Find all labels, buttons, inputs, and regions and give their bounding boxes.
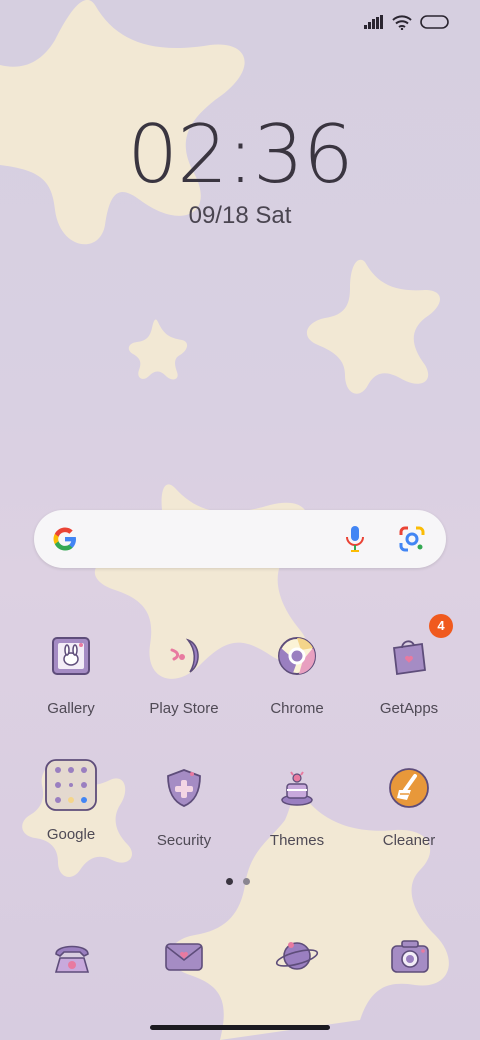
- gesture-navigation-bar[interactable]: [150, 1025, 330, 1030]
- status-bar: [364, 12, 450, 32]
- app-label: Play Store: [149, 700, 219, 717]
- battery-icon: [420, 15, 449, 29]
- app-chrome[interactable]: Chrome: [241, 632, 353, 717]
- dock-phone[interactable]: [48, 932, 96, 980]
- wifi-icon: [392, 14, 412, 30]
- dock-messages[interactable]: [160, 932, 208, 980]
- security-icon: [160, 764, 208, 812]
- dock-browser[interactable]: [273, 932, 321, 980]
- app-label: GetApps: [379, 700, 439, 717]
- page-dot-2[interactable]: [243, 878, 250, 885]
- play-store-icon: [160, 632, 208, 680]
- app-play-store[interactable]: Play Store: [128, 632, 240, 717]
- phone-icon: [54, 945, 90, 973]
- lens-icon[interactable]: [398, 525, 426, 553]
- date-weekday: Sat: [255, 202, 292, 229]
- app-gallery[interactable]: Gallery: [15, 632, 127, 717]
- page-indicator[interactable]: [226, 878, 250, 885]
- camera-icon: [391, 940, 429, 973]
- google-search-bar[interactable]: [34, 510, 446, 568]
- wallpaper-star: [128, 319, 188, 380]
- wallpaper-star: [306, 259, 440, 394]
- browser-planet-icon: [275, 942, 319, 970]
- themes-icon: [273, 764, 321, 812]
- clock-time[interactable]: 02:36: [0, 108, 480, 201]
- getapps-icon: 4: [385, 614, 453, 680]
- chrome-icon: [273, 632, 321, 680]
- app-label: Themes: [269, 832, 325, 849]
- app-getapps[interactable]: 4 GetApps: [353, 614, 465, 717]
- app-label: Cleaner: [382, 832, 436, 849]
- app-security[interactable]: Security: [128, 764, 240, 849]
- mic-icon[interactable]: [344, 525, 366, 553]
- dock-camera[interactable]: [386, 932, 434, 980]
- app-label: Security: [156, 832, 212, 849]
- app-cleaner[interactable]: Cleaner: [353, 764, 465, 849]
- date-day: 09/18: [188, 202, 249, 229]
- signal-icon: [364, 15, 383, 29]
- google-g-icon: [53, 527, 76, 551]
- messages-icon: [165, 943, 203, 971]
- gallery-icon: [47, 632, 95, 680]
- date-widget[interactable]: 09/18 Sat: [0, 202, 480, 230]
- app-themes[interactable]: Themes: [241, 764, 353, 849]
- app-google-folder[interactable]: Google: [15, 758, 127, 843]
- cleaner-icon: [385, 764, 433, 812]
- app-label: Chrome: [270, 700, 324, 717]
- app-label: Gallery: [47, 700, 95, 717]
- notification-badge: 4: [429, 614, 453, 638]
- page-dot-1[interactable]: [226, 878, 233, 885]
- google-folder-icon: [44, 758, 98, 812]
- app-label: Google: [46, 826, 96, 843]
